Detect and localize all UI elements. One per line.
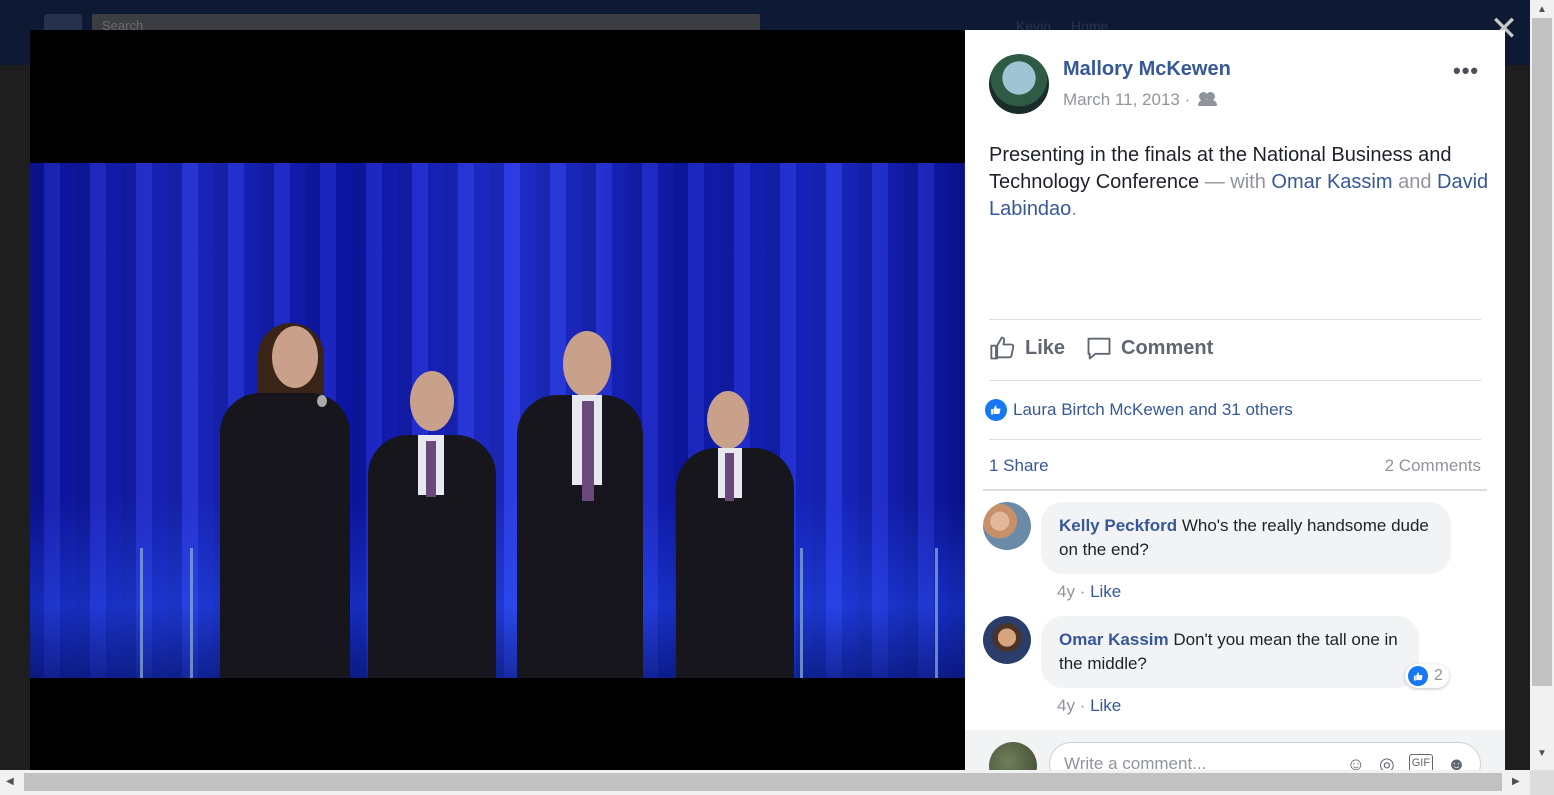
- like-button-label: Like: [1025, 336, 1066, 359]
- divider: [989, 439, 1481, 440]
- comment-bubble: Omar Kassim Don't you mean the tall one …: [1041, 616, 1419, 688]
- vertical-scroll-thumb[interactable]: [1532, 18, 1552, 686]
- commenter-avatar[interactable]: [983, 616, 1031, 664]
- commenter-avatar[interactable]: [983, 502, 1031, 550]
- comment-reaction-count: 2: [1434, 667, 1443, 684]
- comment-like-link[interactable]: Like: [1090, 696, 1121, 715]
- photo-person-head: [707, 391, 749, 449]
- author-name-link[interactable]: Mallory McKewen: [1063, 58, 1231, 81]
- scrollbar-corner: [1530, 770, 1554, 795]
- caption-end: .: [1071, 198, 1077, 220]
- divider: [989, 380, 1481, 381]
- post-date-text[interactable]: March 11, 2013 ·: [1063, 90, 1190, 109]
- caption-and: and: [1392, 171, 1437, 193]
- photo-person-tie: [582, 401, 594, 501]
- reactions-summary-text: Laura Birtch McKewen and 31 others: [1013, 400, 1293, 419]
- comment-icon: [1087, 337, 1111, 360]
- sticker-icon[interactable]: ☻: [1447, 754, 1466, 771]
- comment-bubble: Kelly Peckford Who's the really handsome…: [1041, 502, 1451, 574]
- scroll-right-arrow-icon[interactable]: ▶: [1512, 776, 1520, 787]
- caption-with: — with: [1199, 171, 1272, 193]
- comment-input-placeholder: Write a comment...: [1064, 754, 1207, 770]
- scroll-left-arrow-icon[interactable]: ◀: [6, 776, 14, 787]
- photo-chair: [800, 548, 803, 678]
- comment-like-link[interactable]: Like: [1090, 582, 1121, 601]
- comment-button[interactable]: Comment: [1085, 334, 1213, 362]
- camera-icon[interactable]: ◎: [1379, 754, 1395, 771]
- like-reaction-icon: [1408, 666, 1428, 686]
- post-caption: Presenting in the finals at the National…: [989, 142, 1489, 223]
- thumbs-up-icon: [990, 336, 1015, 360]
- composer-icons: ☺ ◎ GIF ☻: [1347, 753, 1466, 771]
- photo-chair: [935, 548, 938, 678]
- reactions-summary[interactable]: Laura Birtch McKewen and 31 others: [985, 399, 1293, 421]
- comment-age[interactable]: 4y: [1057, 696, 1075, 715]
- emoji-icon[interactable]: ☺: [1347, 754, 1365, 771]
- commenter-name-link[interactable]: Omar Kassim: [1059, 630, 1169, 649]
- shares-count-link[interactable]: 1 Share: [989, 456, 1049, 476]
- comment-reaction-pill[interactable]: 2: [1405, 664, 1449, 688]
- author-avatar[interactable]: [989, 54, 1049, 114]
- comment-meta: 4y · Like: [1057, 582, 1121, 602]
- horizontal-scroll-thumb[interactable]: [24, 773, 1502, 791]
- scroll-up-arrow-icon[interactable]: ▲: [1530, 4, 1554, 15]
- horizontal-scrollbar[interactable]: ◀ ▶: [0, 770, 1530, 795]
- more-options-button[interactable]: •••: [1453, 58, 1479, 84]
- photo-stage[interactable]: [30, 30, 965, 770]
- comment-button-label: Comment: [1121, 336, 1214, 359]
- photo-chair: [190, 548, 193, 678]
- photo-person-tie: [426, 441, 436, 497]
- friends-icon[interactable]: [1198, 92, 1217, 106]
- comment-input[interactable]: Write a comment... ☺ ◎ GIF ☻: [1049, 742, 1481, 770]
- photo-chair: [140, 548, 143, 678]
- divider: [989, 319, 1481, 320]
- like-reaction-icon: [985, 399, 1007, 421]
- gif-icon[interactable]: GIF: [1408, 753, 1434, 770]
- photo-stage-glow: [30, 498, 965, 678]
- tag-omar-kassim-link[interactable]: Omar Kassim: [1271, 171, 1392, 193]
- commenter-name-link[interactable]: Kelly Peckford: [1059, 516, 1177, 535]
- comment-age[interactable]: 4y: [1057, 582, 1075, 601]
- photo-person-tie: [725, 453, 734, 501]
- divider: [983, 489, 1487, 491]
- photo-person-head: [410, 371, 454, 431]
- photo-person-head: [272, 326, 318, 388]
- comment-meta: 4y · Like: [1057, 696, 1121, 716]
- meta-separator: ·: [1074, 696, 1091, 715]
- comments-count-link[interactable]: 2 Comments: [1385, 456, 1481, 476]
- like-button[interactable]: Like: [989, 334, 1065, 362]
- microphone-icon: [317, 395, 327, 407]
- vertical-scrollbar[interactable]: ▲ ▼: [1530, 0, 1554, 770]
- scroll-down-arrow-icon[interactable]: ▼: [1530, 748, 1554, 759]
- post-photo[interactable]: [30, 163, 965, 678]
- photo-person-head: [563, 331, 611, 397]
- post-date[interactable]: March 11, 2013 ·: [1063, 90, 1217, 110]
- meta-separator: ·: [1074, 582, 1091, 601]
- photo-person: [220, 393, 350, 678]
- post-side-panel: Mallory McKewen March 11, 2013 · ••• Pre…: [965, 30, 1505, 770]
